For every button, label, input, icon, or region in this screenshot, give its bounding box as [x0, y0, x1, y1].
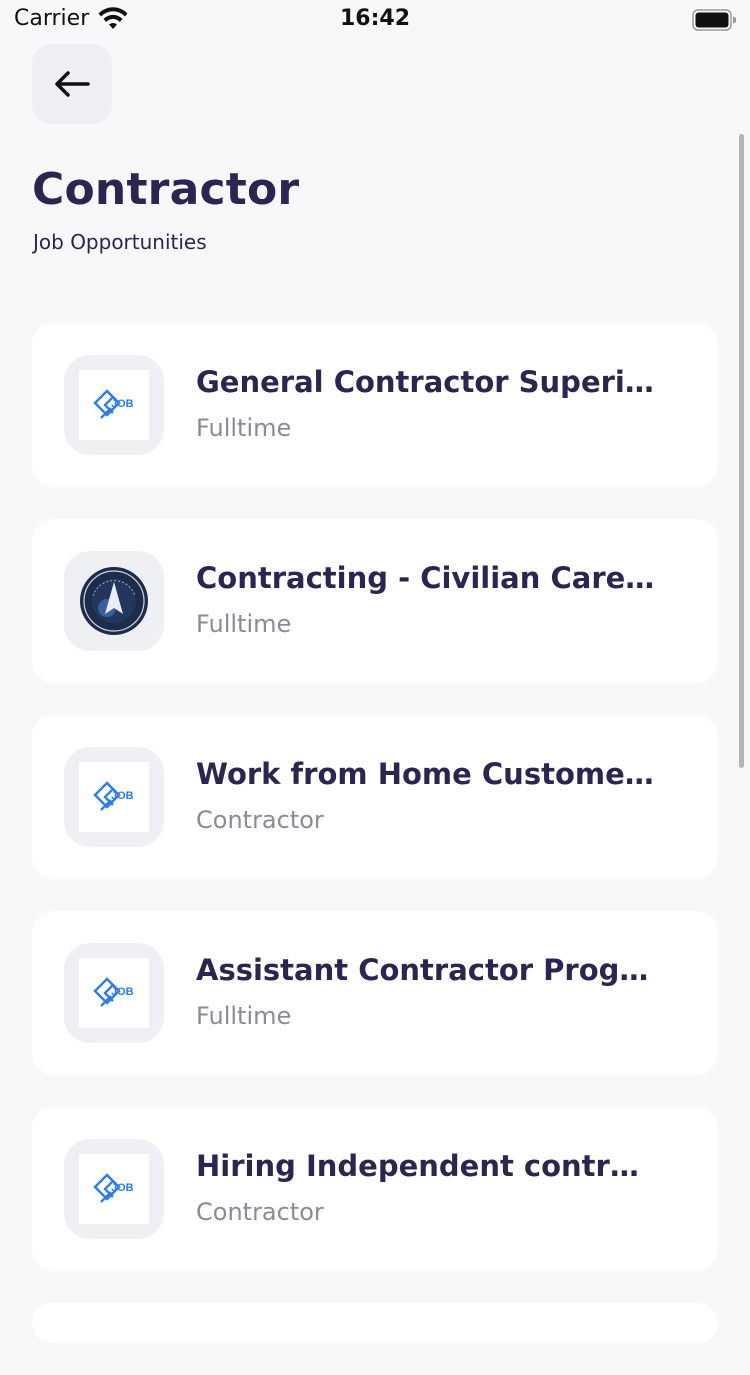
job-type: Fulltime	[196, 414, 292, 442]
job-title: Contracting - Civilian Career	[196, 561, 656, 595]
arrow-left-icon	[55, 71, 90, 97]
job-title: Work from Home Customer Service	[196, 757, 656, 791]
svg-text:JOB: JOB	[111, 1182, 134, 1194]
svg-text:JOB: JOB	[111, 790, 134, 802]
job-type: Contractor	[196, 1198, 324, 1226]
clock: 16:42	[339, 6, 411, 31]
svg-text:JOB: JOB	[111, 398, 134, 410]
job-type: Contractor	[196, 806, 324, 834]
space-force-seal-icon	[80, 567, 148, 635]
job-card[interactable]: JOB Assistant Contractor Program Manager…	[32, 911, 718, 1075]
job-type: Fulltime	[196, 1002, 292, 1030]
page-subtitle: Job Opportunities	[33, 230, 207, 254]
company-logo	[64, 551, 164, 651]
job-logo-icon: JOB	[93, 1173, 134, 1203]
svg-text:JOB: JOB	[111, 986, 134, 998]
job-logo-icon: JOB	[93, 977, 134, 1007]
page-title: Contractor	[32, 164, 300, 215]
company-logo: JOB	[64, 1139, 164, 1239]
back-button[interactable]	[32, 44, 112, 124]
job-type: Fulltime	[196, 610, 292, 638]
job-card-partial[interactable]	[32, 1303, 718, 1343]
company-logo: JOB	[64, 747, 164, 847]
job-card[interactable]: Contracting - Civilian Career Fulltime	[32, 519, 718, 683]
battery-icon	[692, 9, 736, 31]
job-title: General Contractor Superintendent	[196, 365, 656, 399]
job-card[interactable]: JOB General Contractor Superintendent Fu…	[32, 323, 718, 487]
job-list: JOB General Contractor Superintendent Fu…	[32, 323, 718, 1375]
scroll-indicator[interactable]	[739, 134, 744, 768]
job-card[interactable]: JOB Hiring Independent contractors Contr…	[32, 1107, 718, 1271]
company-logo: JOB	[64, 943, 164, 1043]
status-bar: Carrier 16:42	[0, 0, 750, 40]
job-title: Assistant Contractor Program Manager	[196, 953, 656, 987]
company-logo: JOB	[64, 355, 164, 455]
job-logo-icon: JOB	[93, 389, 134, 419]
job-logo-icon: JOB	[93, 781, 134, 811]
job-title: Hiring Independent contractors	[196, 1149, 656, 1183]
job-card[interactable]: JOB Work from Home Customer Service Cont…	[32, 715, 718, 879]
